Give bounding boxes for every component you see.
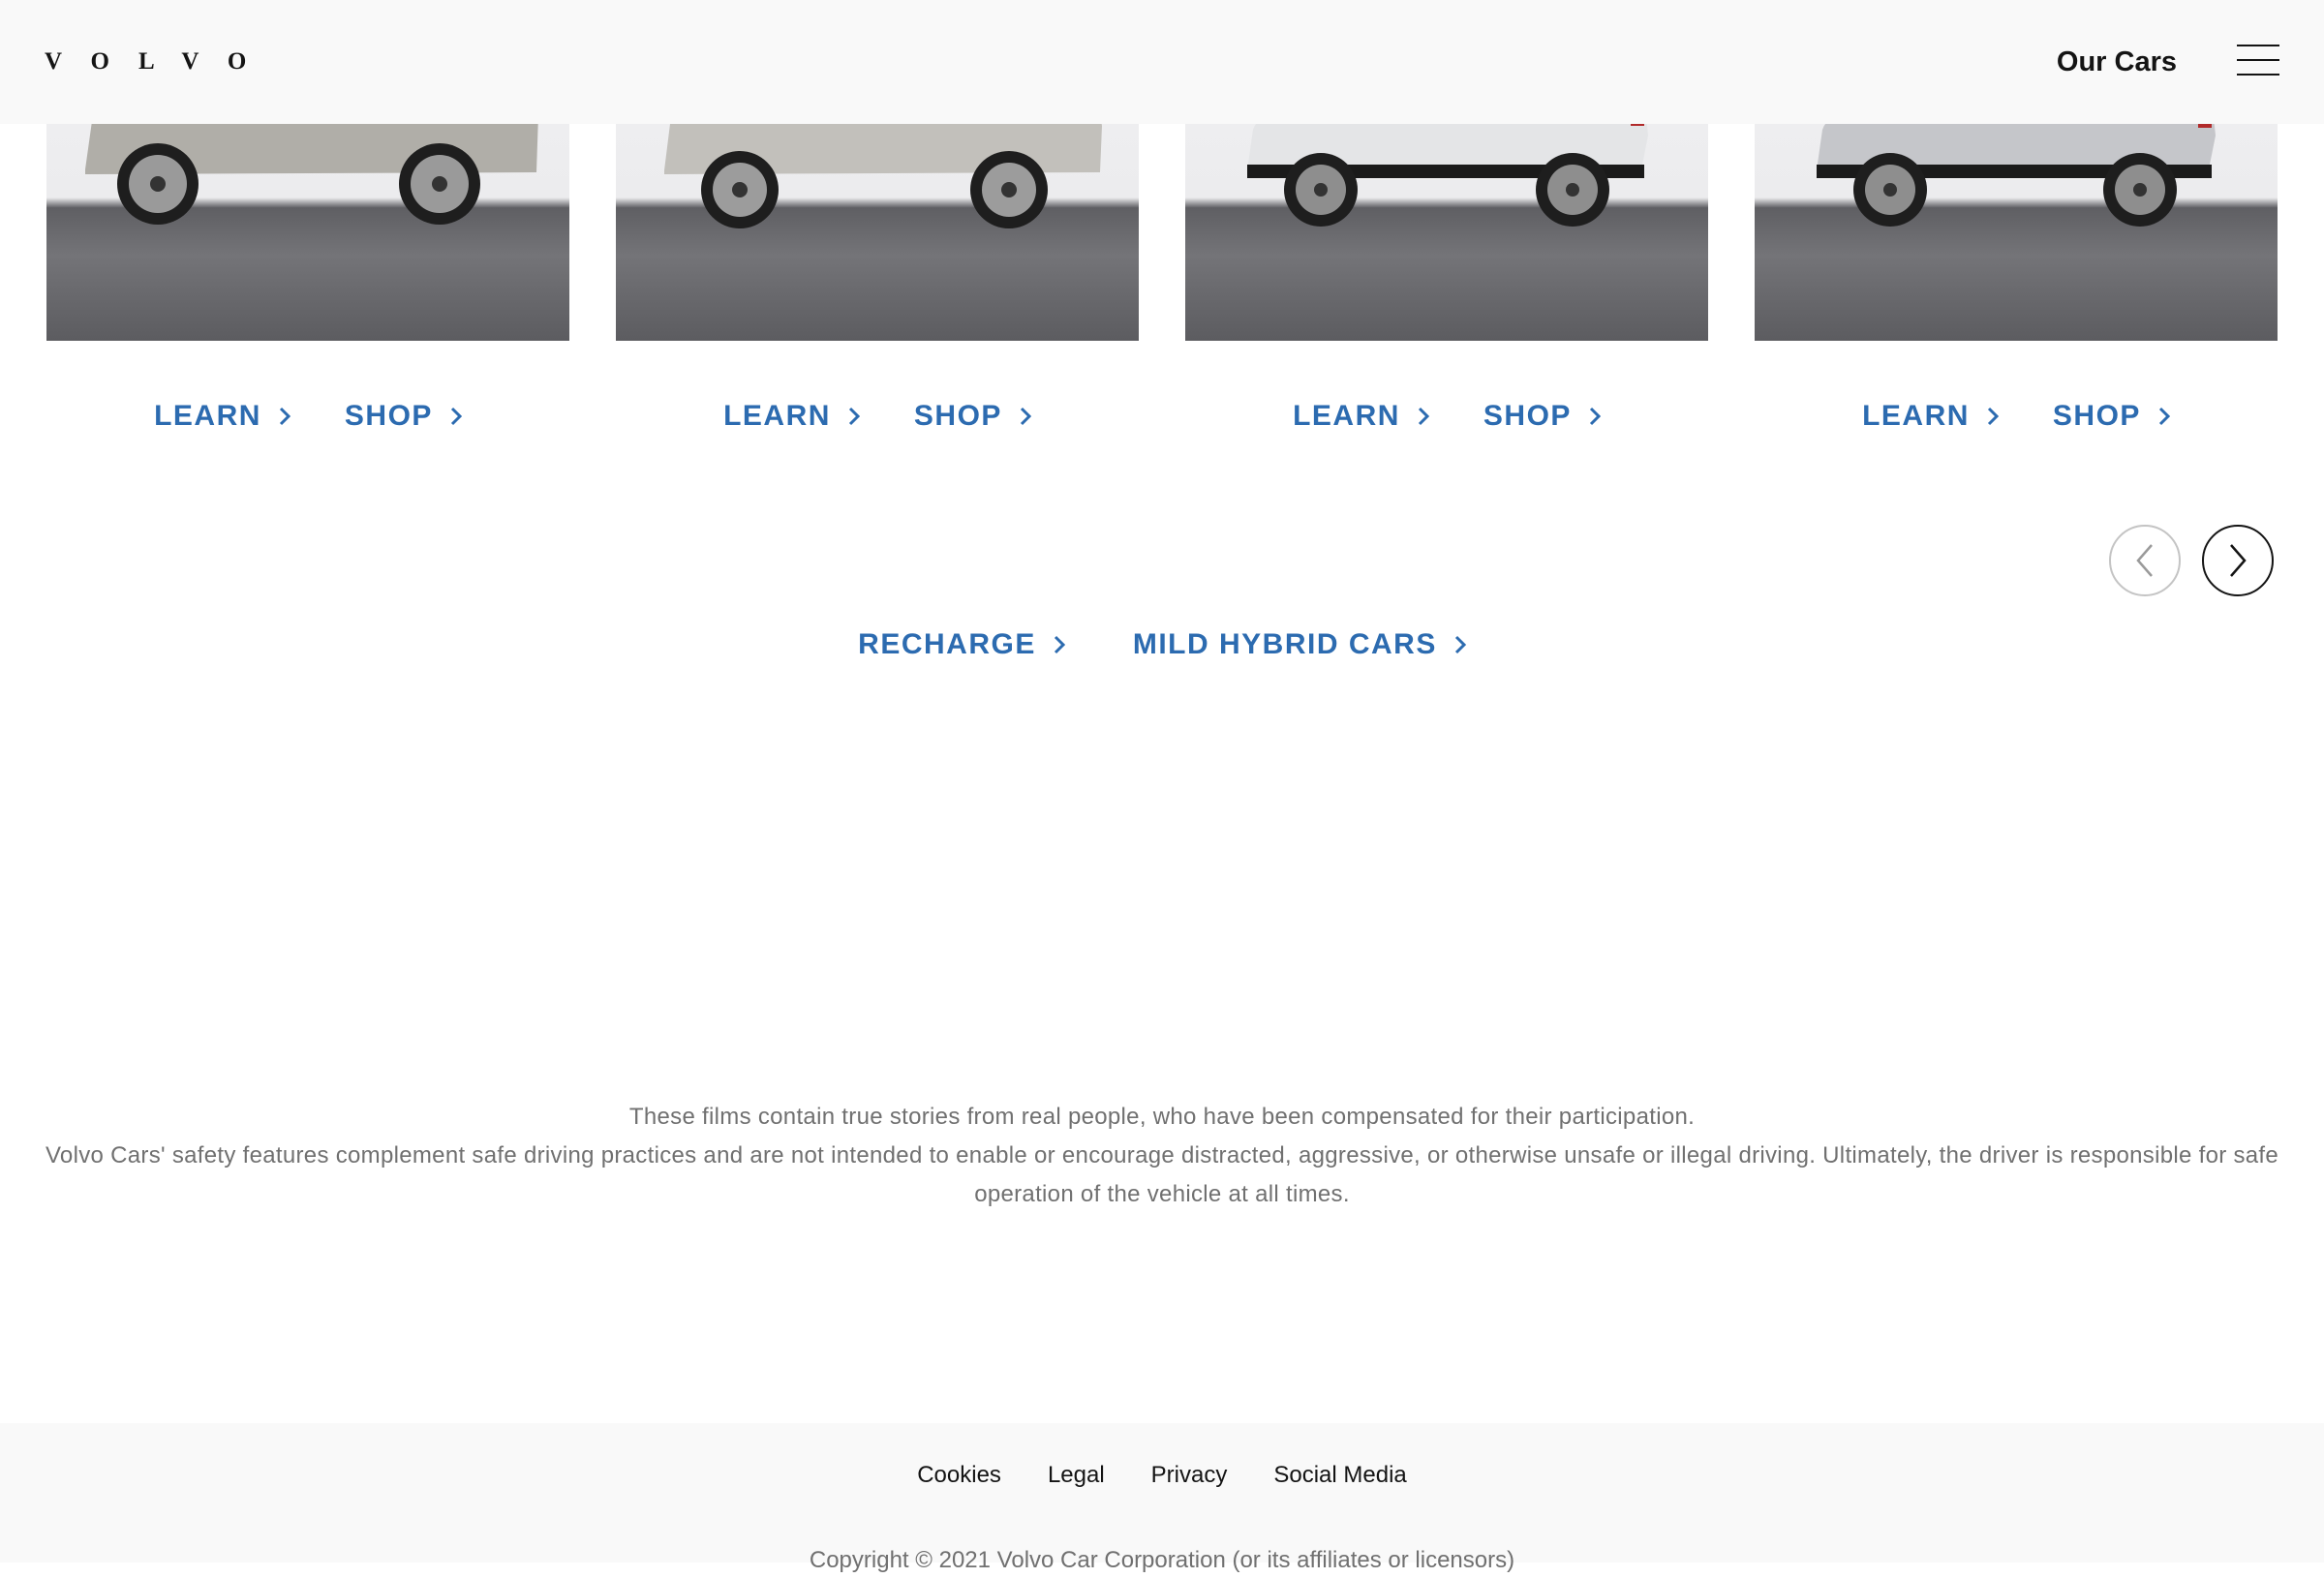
mild-hybrid-label: MILD HYBRID CARS (1132, 628, 1437, 660)
chevron-right-icon (2158, 407, 2170, 426)
disclaimer: These films contain true stories from re… (39, 1098, 2285, 1214)
site-header: VOLVO Our Cars (0, 0, 2324, 124)
chevron-right-icon (1054, 635, 1065, 654)
mild-hybrid-link[interactable]: MILD HYBRID CARS (1133, 616, 1466, 674)
chevron-right-icon (1020, 407, 1031, 426)
hamburger-menu-icon[interactable] (2237, 43, 2279, 77)
learn-label: LEARN (1293, 400, 1400, 432)
chevron-right-icon (1589, 407, 1601, 426)
chevron-right-icon (279, 407, 290, 426)
chevron-right-icon (1454, 635, 1466, 654)
learn-label: LEARN (723, 400, 831, 432)
learn-label: LEARN (154, 400, 261, 432)
card-links: LEARN SHOP (1185, 387, 1708, 445)
shop-link[interactable]: SHOP (345, 387, 462, 445)
recharge-label: RECHARGE (858, 628, 1036, 660)
footer-link-social-media[interactable]: Social Media (1273, 1458, 1406, 1493)
learn-label: LEARN (1862, 400, 1970, 432)
shop-link[interactable]: SHOP (914, 387, 1031, 445)
shop-label: SHOP (2052, 400, 2141, 432)
copyright-text: Copyright © 2021 Volvo Car Corporation (… (809, 1547, 1515, 1573)
shop-link[interactable]: SHOP (2053, 387, 2170, 445)
card-links: LEARN SHOP (616, 387, 1139, 445)
chevron-right-icon (1418, 407, 1429, 426)
chevron-right-icon (450, 407, 462, 426)
chevron-right-icon (2230, 544, 2247, 577)
disclaimer-line-2: Volvo Cars' safety features complement s… (45, 1142, 2279, 1207)
learn-link[interactable]: LEARN (1862, 387, 1999, 445)
shop-link[interactable]: SHOP (1483, 387, 1601, 445)
card-links: LEARN SHOP (46, 387, 569, 445)
footer-link-legal[interactable]: Legal (1048, 1458, 1105, 1493)
shop-label: SHOP (913, 400, 1002, 432)
site-footer: Cookies Legal Privacy Social Media Copyr… (0, 1423, 2324, 1573)
recharge-link[interactable]: RECHARGE (858, 616, 1065, 674)
shop-label: SHOP (1483, 400, 1572, 432)
carousel-next-button[interactable] (2202, 525, 2274, 596)
chevron-right-icon (1987, 407, 1999, 426)
footer-link-privacy[interactable]: Privacy (1151, 1458, 1228, 1493)
card-links: LEARN SHOP (1755, 387, 2278, 445)
shop-label: SHOP (344, 400, 433, 432)
learn-link[interactable]: LEARN (723, 387, 860, 445)
carousel-prev-button[interactable] (2109, 525, 2181, 596)
learn-link[interactable]: LEARN (1293, 387, 1429, 445)
category-links: RECHARGE MILD HYBRID CARS (0, 616, 2324, 674)
learn-link[interactable]: LEARN (154, 387, 290, 445)
our-cars-link[interactable]: Our Cars (2057, 45, 2177, 79)
disclaimer-line-1: These films contain true stories from re… (628, 1104, 1696, 1130)
footer-link-cookies[interactable]: Cookies (917, 1458, 1001, 1493)
chevron-right-icon (848, 407, 860, 426)
chevron-left-icon (2136, 544, 2153, 577)
volvo-logo[interactable]: VOLVO (45, 48, 275, 76)
footer-links: Cookies Legal Privacy Social Media (0, 1458, 2324, 1493)
